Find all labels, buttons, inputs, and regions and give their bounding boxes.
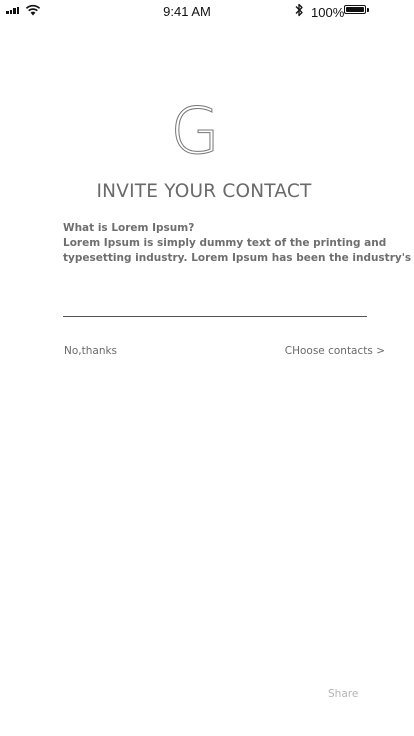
description-line-1: Lorem Ipsum is simply dummy text of the … — [63, 237, 387, 249]
page-title: INVITE YOUR CONTACT — [96, 181, 312, 202]
battery-icon — [344, 5, 366, 14]
battery-percent: 100% — [311, 5, 345, 20]
no-thanks-link[interactable]: No,thanks — [64, 345, 117, 357]
description-question: What is Lorem Ipsum? — [63, 222, 195, 234]
battery-cap — [367, 8, 369, 12]
status-bar: 9:41 AM 100% — [0, 0, 414, 22]
app-logo: G — [170, 95, 221, 169]
battery-fill — [346, 7, 364, 12]
description-text: What is Lorem Ipsum? Lorem Ipsum is simp… — [63, 221, 412, 266]
bluetooth-icon — [295, 3, 303, 17]
contact-input[interactable] — [63, 301, 367, 317]
choose-contacts-link[interactable]: CHoose contacts > — [285, 345, 385, 357]
share-button[interactable]: Share — [328, 688, 358, 700]
description-line-2: typesetting industry. Lorem Ipsum has be… — [63, 252, 412, 264]
